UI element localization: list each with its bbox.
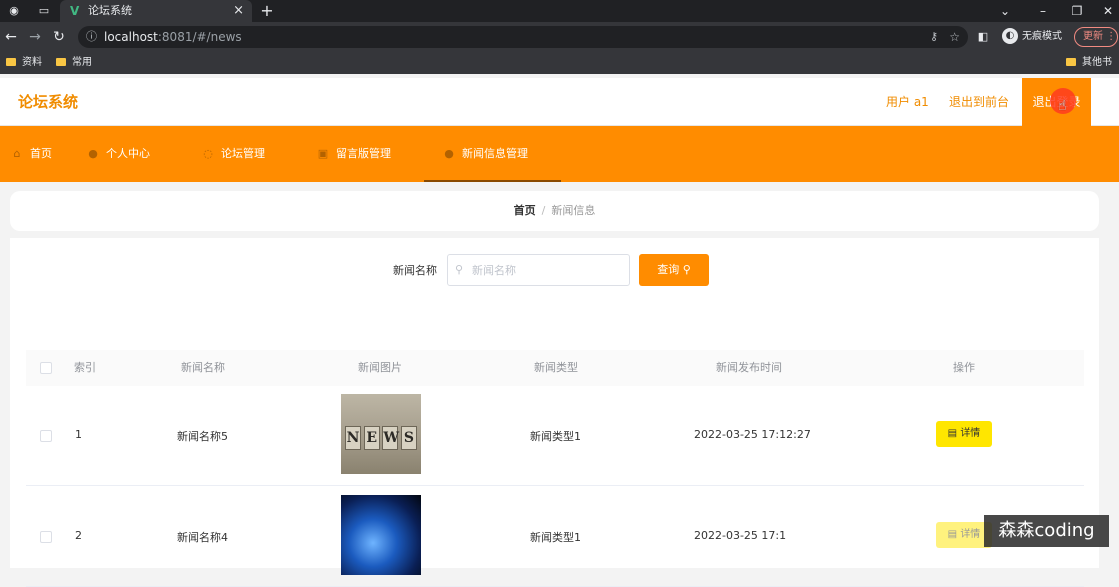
breadcrumb: 首页 / 新闻信息 <box>10 191 1099 231</box>
nav-item-home[interactable]: ⌂ 首页 <box>10 126 53 182</box>
header-news-name: 新闻名称 <box>181 361 225 374</box>
bookmark-folder-materials[interactable]: 资料 <box>6 52 42 74</box>
tab-title: 论坛系统 <box>88 4 132 17</box>
row-checkbox[interactable] <box>40 430 52 442</box>
bookmarks-bar: 资料 常用 其他书签 <box>0 52 1119 90</box>
header-index: 索引 <box>74 361 96 374</box>
row-index: 2 <box>75 529 82 542</box>
row-news-name: 新闻名称5 <box>177 430 228 443</box>
browser-toolbar: ← → ↻ ⓘ localhost:8081/#/news ⚷ ☆ ◧ ◐ 无痕模… <box>0 22 1119 52</box>
header-actions: 操作 <box>953 361 975 374</box>
app-title: 论坛系统 <box>18 93 79 111</box>
bookmark-folder-common[interactable]: 常用 <box>56 52 92 74</box>
url-text: localhost:8081/#/news <box>104 30 242 44</box>
update-button[interactable]: 更新 ⋮ <box>1074 27 1118 47</box>
browser-tab-strip: ◉ ▭ V 论坛系统 × + ⌄ – ❐ ✕ <box>0 0 1119 22</box>
select-all-checkbox[interactable] <box>40 362 52 374</box>
restore-icon[interactable]: ❐ <box>1066 0 1088 22</box>
folder-icon <box>6 58 16 66</box>
home-icon: ⌂ <box>13 147 21 160</box>
top-nav: ⌂ 首页 ● 个人中心 ◌ 论坛管理 ▣ 留言版管理 ● 新闻信息管理 <box>0 126 1119 182</box>
detail-button[interactable]: ▤ 详情 <box>936 421 992 447</box>
browser-tab[interactable]: V 论坛系统 × <box>60 0 252 22</box>
row-index: 1 <box>75 428 82 441</box>
app-header: 论坛系统 用户 a1 退出到前台 退出登录 <box>0 78 1119 126</box>
folder-icon <box>1066 58 1076 66</box>
password-key-icon[interactable]: ⚷ <box>930 26 938 48</box>
main-panel: 新闻名称 ⚲ 查询 ⚲ 索引 新闻名称 新闻图片 新闻类型 新闻发布时间 操作 … <box>10 238 1099 587</box>
table-row: 2 新闻名称4 新闻类型1 2022-03-25 17:1 ▤ 详情 <box>26 487 1084 587</box>
incognito-icon: ◐ <box>1002 28 1018 44</box>
row-publish-time: 2022-03-25 17:1 <box>694 529 787 542</box>
globe-image <box>341 495 421 575</box>
reload-icon[interactable]: ↻ <box>50 26 68 48</box>
address-bar[interactable]: ⓘ localhost:8081/#/news ⚷ ☆ <box>78 26 968 48</box>
news-icon: ● <box>444 147 454 160</box>
close-window-icon[interactable]: ✕ <box>1097 0 1119 22</box>
user-label: 用户 a1 <box>886 95 929 109</box>
row-news-type: 新闻类型1 <box>530 531 581 544</box>
bookmark-star-icon[interactable]: ☆ <box>949 26 960 48</box>
new-tab-icon[interactable]: + <box>258 0 276 22</box>
table-header: 索引 新闻名称 新闻图片 新闻类型 新闻发布时间 操作 <box>26 350 1084 386</box>
nav-item-forum-management[interactable]: ◌ 论坛管理 <box>201 126 265 182</box>
query-button[interactable]: 查询 ⚲ <box>639 254 709 286</box>
header-publish-time: 新闻发布时间 <box>716 361 782 374</box>
message-icon: ▣ <box>317 147 329 160</box>
table-row: 1 新闻名称5 NEWS 新闻类型1 2022-03-25 17:12:27 ▤… <box>26 386 1084 486</box>
vue-logo-icon: V <box>70 4 80 18</box>
news-blocks-image: NEWS <box>341 394 421 474</box>
user-icon: ● <box>88 147 98 160</box>
search-label: 新闻名称 <box>393 264 437 277</box>
folder-icon <box>56 58 66 66</box>
forward-icon[interactable]: → <box>26 26 44 48</box>
globe-icon[interactable]: ◉ <box>6 0 22 22</box>
nav-item-personal-center[interactable]: ● 个人中心 <box>86 126 150 182</box>
nav-item-news-management[interactable]: ● 新闻信息管理 <box>424 126 561 182</box>
tab-overview-icon[interactable]: ▭ <box>36 0 52 22</box>
header-news-image: 新闻图片 <box>358 361 402 374</box>
row-publish-time: 2022-03-25 17:12:27 <box>694 428 811 441</box>
back-icon[interactable]: ← <box>2 26 20 48</box>
sidepanel-icon[interactable]: ◧ <box>974 26 992 48</box>
row-news-type: 新闻类型1 <box>530 430 581 443</box>
header-news-type: 新闻类型 <box>534 361 578 374</box>
row-checkbox[interactable] <box>40 531 52 543</box>
site-info-icon[interactable]: ⓘ <box>86 26 97 48</box>
breadcrumb-current: 新闻信息 <box>551 204 596 217</box>
search-icon: ⚲ <box>455 263 464 276</box>
close-tab-icon[interactable]: × <box>233 0 244 22</box>
search-input[interactable] <box>447 254 630 286</box>
breadcrumb-home[interactable]: 首页 <box>514 204 536 217</box>
row-news-name: 新闻名称4 <box>177 531 228 544</box>
tab-search-icon[interactable]: ⌄ <box>994 0 1016 22</box>
back-to-front-link[interactable]: 退出到前台 <box>949 78 1009 126</box>
watermark: 森森coding <box>984 515 1109 547</box>
forum-icon: ◌ <box>203 147 213 160</box>
breadcrumb-separator: / <box>541 204 546 217</box>
pointer-hand-icon: ☝ <box>1058 98 1067 114</box>
minimize-icon[interactable]: – <box>1032 0 1054 22</box>
nav-item-message-board[interactable]: ▣ 留言版管理 <box>316 126 391 182</box>
incognito-indicator[interactable]: ◐ 无痕模式 <box>1002 28 1062 46</box>
